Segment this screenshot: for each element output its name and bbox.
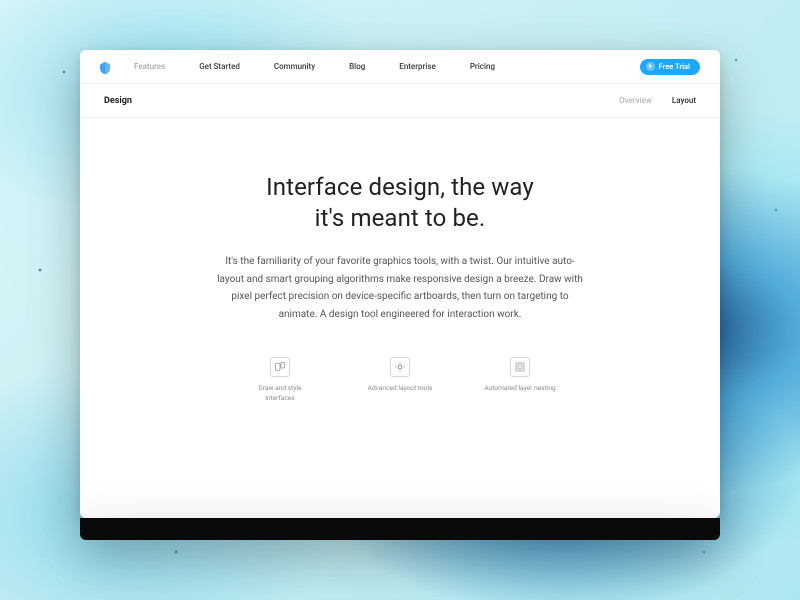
headline-line-2: it's meant to be.	[315, 204, 486, 232]
section-tabs: Overview Layout	[619, 96, 696, 105]
primary-nav: Features Get Started Community Blog Ente…	[80, 50, 720, 84]
hero-body: It's the familiarity of your favorite gr…	[215, 253, 585, 323]
tab-layout[interactable]: Layout	[672, 96, 696, 105]
feature-layout-tools[interactable]: Advanced layout tools	[363, 357, 437, 402]
feature-layer-nesting[interactable]: Automated layer nesting	[483, 357, 557, 402]
section-title: Design	[104, 96, 132, 106]
free-trial-button[interactable]: Free Trial	[640, 59, 700, 75]
layout-tools-icon	[390, 357, 410, 377]
browser-window: Features Get Started Community Blog Ente…	[80, 50, 720, 518]
feature-list: Draw and style interfaces Advanced layou…	[80, 357, 720, 402]
nav-link-get-started[interactable]: Get Started	[199, 62, 240, 71]
headline-line-1: Interface design, the way	[266, 173, 534, 201]
layer-nesting-icon	[510, 357, 530, 377]
nav-link-features[interactable]: Features	[134, 62, 165, 71]
feature-label: Draw and style interfaces	[244, 384, 316, 402]
play-icon	[646, 62, 655, 71]
tab-overview[interactable]: Overview	[619, 96, 652, 105]
nav-link-community[interactable]: Community	[274, 62, 315, 71]
device-bezel	[80, 518, 720, 540]
feature-draw-and-style[interactable]: Draw and style interfaces	[243, 357, 317, 402]
feature-label: Automated layer nesting	[484, 384, 555, 393]
artboards-icon	[270, 357, 290, 377]
section-subnav: Design Overview Layout	[80, 84, 720, 118]
feature-label: Advanced layout tools	[368, 384, 433, 393]
free-trial-label: Free Trial	[659, 62, 690, 71]
page-headline: Interface design, the way it's meant to …	[80, 172, 720, 233]
nav-links: Features Get Started Community Blog Ente…	[134, 62, 495, 71]
nav-link-enterprise[interactable]: Enterprise	[399, 62, 436, 71]
nav-link-pricing[interactable]: Pricing	[470, 62, 495, 71]
hero: Interface design, the way it's meant to …	[80, 118, 720, 518]
nav-link-blog[interactable]: Blog	[349, 62, 365, 71]
brand-logo-icon[interactable]	[98, 60, 112, 74]
